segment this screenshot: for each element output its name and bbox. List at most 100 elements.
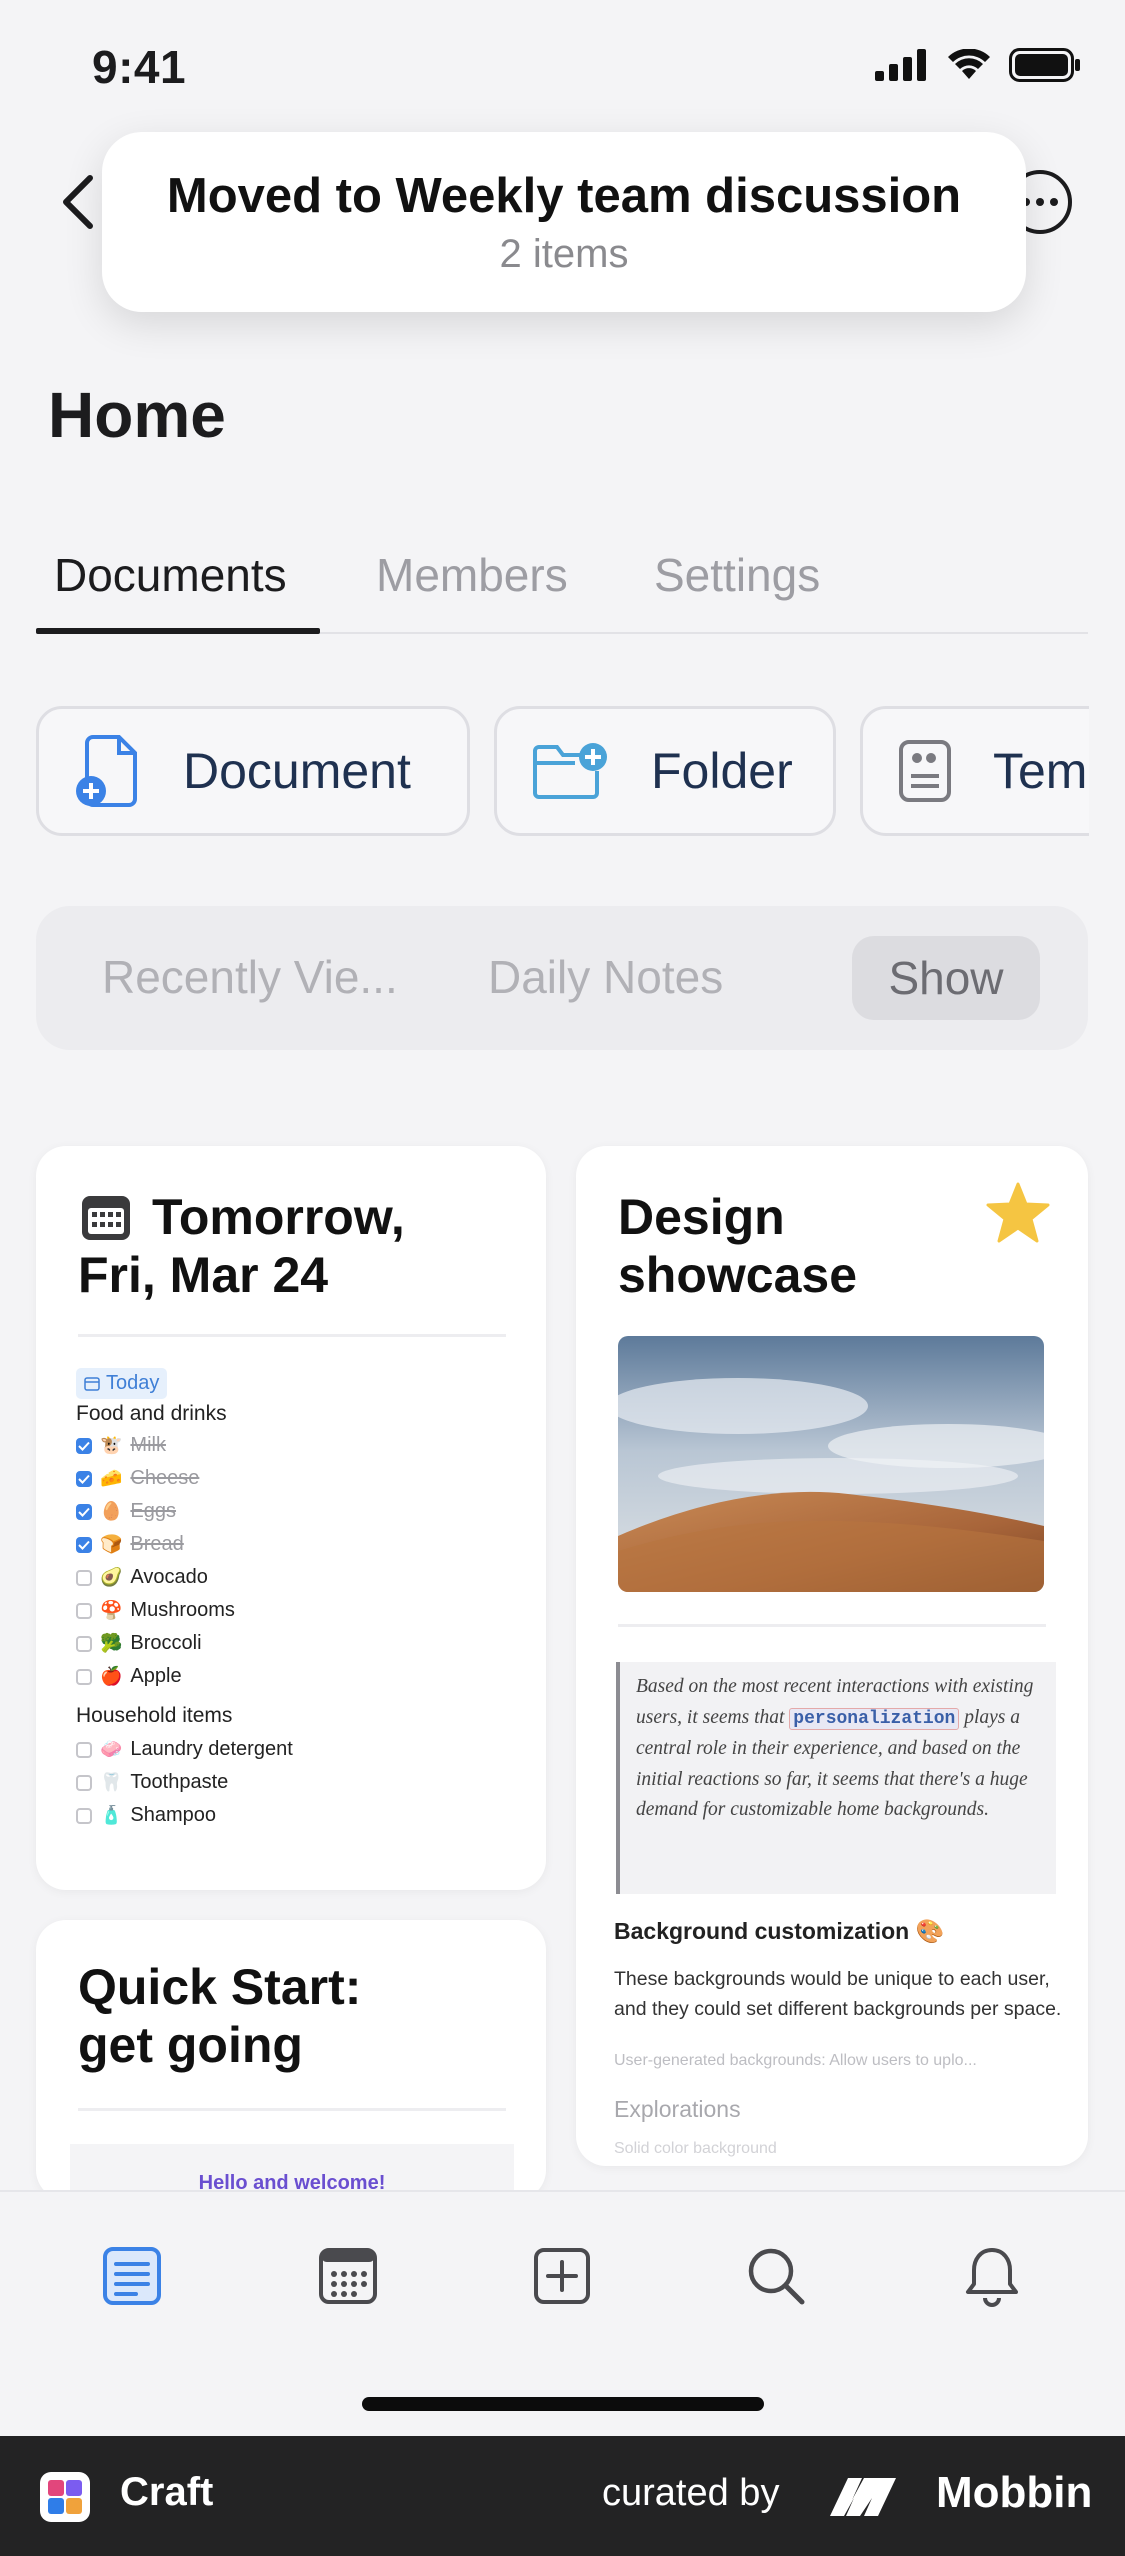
design-card-title-line1: Design <box>618 1189 785 1245</box>
item-emoji: 🍄 <box>100 1600 123 1620</box>
checkbox-checked[interactable] <box>76 1437 92 1454</box>
item-emoji: 🧴 <box>100 1805 123 1825</box>
segment-daily-notes[interactable]: Daily Notes <box>488 950 723 1004</box>
item-emoji: 🥚 <box>100 1501 123 1521</box>
item-label: Bread <box>130 1533 184 1555</box>
today-chip-label: Today <box>106 1372 160 1394</box>
explorations-heading: Explorations <box>614 2096 741 2122</box>
design-card-title-line2: showcase <box>618 1247 858 1303</box>
item-emoji: 🥦 <box>100 1633 123 1653</box>
segment-recently-viewed[interactable]: Recently Vie... <box>102 950 398 1004</box>
bg-customization-faint: User-generated backgrounds: Allow users … <box>614 2052 977 2069</box>
checklist-item: 🥚 Eggs <box>76 1500 176 1523</box>
show-button[interactable]: Show <box>852 936 1040 1020</box>
checklist-item: 🦷 Toothpaste <box>76 1771 228 1794</box>
item-label: Milk <box>130 1434 166 1456</box>
household-heading: Household items <box>76 1704 233 1727</box>
checkbox[interactable] <box>76 1668 92 1685</box>
home-indicator <box>362 2397 764 2411</box>
new-folder-label: Folder <box>651 743 793 799</box>
search-icon[interactable] <box>744 2244 808 2308</box>
checklist-item: 🧴 Shampoo <box>76 1804 216 1827</box>
checkmark-icon <box>78 1474 90 1484</box>
item-label: Apple <box>130 1665 182 1687</box>
checklist-item: 🥑 Avocado <box>76 1566 208 1589</box>
new-template-label: Tem <box>993 743 1088 799</box>
checklist-item: 🍎 Apple <box>76 1665 182 1688</box>
bell-icon[interactable] <box>960 2244 1024 2308</box>
daily-note-card[interactable]: Tomorrow, Fri, Mar 24 Today Food and dri… <box>36 1146 546 1890</box>
card-divider <box>78 1334 506 1337</box>
quickstart-title-line1: Quick Start: <box>78 1959 362 2015</box>
new-document-icon <box>76 735 137 807</box>
daily-card-title-line2: Fri, Mar 24 <box>78 1247 329 1303</box>
craft-logo-icon <box>40 2472 90 2522</box>
checkmark-icon <box>78 1540 90 1550</box>
item-emoji: 🧼 <box>100 1739 123 1759</box>
star-icon[interactable] <box>986 1182 1050 1244</box>
checkbox-checked[interactable] <box>76 1503 92 1520</box>
design-showcase-card[interactable]: Design showcase Based on the most recent… <box>576 1146 1088 2166</box>
checkbox[interactable] <box>76 1569 92 1586</box>
card-divider <box>78 2108 506 2111</box>
bg-customization-body: These backgrounds would be unique to eac… <box>614 1968 1062 2020</box>
card-divider <box>618 1624 1046 1627</box>
item-label: Shampoo <box>130 1804 217 1826</box>
checkbox[interactable] <box>76 1741 92 1758</box>
new-folder-icon <box>533 743 607 799</box>
filter-segmented-control: Recently Vie... Daily Notes Show <box>36 906 1088 1050</box>
item-label: Avocado <box>130 1566 208 1588</box>
calendar-tab-icon[interactable] <box>316 2244 380 2308</box>
quote-code-highlight: personalization <box>789 1707 960 1730</box>
checkbox-checked[interactable] <box>76 1470 92 1487</box>
item-label: Cheese <box>130 1467 200 1489</box>
today-chip: Today <box>76 1368 168 1399</box>
item-label: Toothpaste <box>130 1771 229 1793</box>
checkmark-icon <box>78 1441 90 1451</box>
item-emoji: 🧀 <box>100 1468 123 1488</box>
desert-image <box>618 1336 1044 1592</box>
item-label: Eggs <box>130 1500 177 1522</box>
item-label: Laundry detergent <box>130 1738 293 1760</box>
checklist-item: 🐮 Milk <box>76 1434 166 1457</box>
checklist-item: 🥦 Broccoli <box>76 1632 202 1655</box>
quote-text: Based on the most recent interactions wi… <box>636 1672 1040 1826</box>
checklist-item: 🧼 Laundry detergent <box>76 1738 293 1761</box>
add-icon[interactable] <box>530 2244 594 2308</box>
item-label: Mushrooms <box>130 1599 235 1621</box>
checkbox[interactable] <box>76 1635 92 1652</box>
solid-color-faint: Solid color background <box>614 2140 777 2157</box>
checklist-item: 🧀 Cheese <box>76 1467 199 1490</box>
item-emoji: 🐮 <box>100 1435 123 1455</box>
footer-app-name: Craft <box>120 2470 214 2514</box>
checkbox[interactable] <box>76 1602 92 1619</box>
footer-bar: Craft curated by Mobbin <box>0 2436 1125 2556</box>
research-quote: Based on the most recent interactions wi… <box>616 1662 1056 1894</box>
item-emoji: 🍞 <box>100 1534 123 1554</box>
bg-customization-heading: Background customization 🎨 <box>614 1918 945 1944</box>
calendar-icon <box>82 1196 130 1240</box>
checkbox[interactable] <box>76 1774 92 1791</box>
new-folder-button[interactable]: Folder <box>494 706 836 836</box>
item-emoji: 🦷 <box>100 1772 123 1792</box>
food-heading: Food and drinks <box>76 1402 227 1425</box>
daily-card-title-line1: Tomorrow, <box>152 1189 405 1245</box>
item-emoji: 🍎 <box>100 1666 123 1686</box>
today-calendar-icon <box>84 1376 100 1391</box>
checklist-item: 🍞 Bread <box>76 1533 184 1556</box>
footer-curated-by: curated by <box>602 2472 780 2514</box>
new-template-button[interactable]: Tem <box>860 706 1089 836</box>
item-label: Broccoli <box>130 1632 202 1654</box>
template-icon <box>899 740 951 802</box>
new-document-button[interactable]: Document <box>36 706 470 836</box>
checkbox-checked[interactable] <box>76 1536 92 1553</box>
item-emoji: 🥑 <box>100 1567 123 1587</box>
quickstart-title-line2: get going <box>78 2017 303 2073</box>
footer-brand: Mobbin <box>936 2468 1093 2517</box>
checkbox[interactable] <box>76 1807 92 1824</box>
quick-start-card[interactable]: Quick Start: get going Hello and welcome… <box>36 1920 546 2200</box>
checkmark-icon <box>78 1507 90 1517</box>
new-document-label: Document <box>183 743 411 799</box>
documents-icon[interactable] <box>100 2244 164 2308</box>
checklist-item: 🍄 Mushrooms <box>76 1599 235 1622</box>
